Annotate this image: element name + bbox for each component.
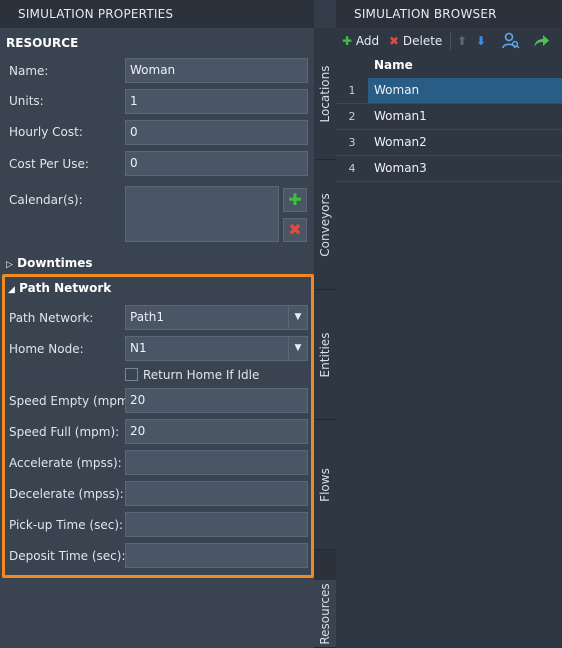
tab-flows[interactable]: Flows [314, 420, 336, 550]
simulation-browser-header: SIMULATION BROWSER [336, 0, 562, 28]
row-name: Woman1 [374, 109, 427, 123]
browser-row[interactable]: 4 Woman3 [336, 156, 562, 182]
downtimes-heading: Downtimes [17, 256, 93, 270]
path-network-highlight-box [2, 274, 314, 578]
units-field[interactable]: 1 [125, 89, 308, 114]
add-calendar-button[interactable]: ✚ [283, 188, 307, 212]
hourly-cost-field[interactable]: 0 [125, 120, 308, 145]
browser-toolbar: ✚ Add ✖ Delete ⬆ ⬇ [336, 28, 562, 54]
row-number: 4 [348, 162, 356, 175]
calendars-label: Calendar(s): [9, 193, 83, 207]
x-icon: ✖ [288, 220, 302, 239]
name-column-header[interactable]: Name [374, 58, 413, 72]
name-label: Name: [9, 64, 49, 78]
browser-row[interactable]: 3 Woman2 [336, 130, 562, 156]
units-label: Units: [9, 94, 44, 108]
simulation-properties-header: SIMULATION PROPERTIES [0, 0, 314, 28]
row-number: 1 [348, 84, 356, 97]
resource-heading: RESOURCE [6, 36, 79, 50]
tab-entities[interactable]: Entities [314, 290, 336, 420]
add-button[interactable]: ✚ Add [342, 32, 379, 50]
toolbar-separator [450, 32, 451, 50]
row-number: 2 [348, 110, 356, 123]
row-number: 3 [348, 136, 356, 149]
browser-row[interactable]: 2 Woman1 [336, 104, 562, 130]
curved-arrow-icon [534, 35, 549, 47]
share-button[interactable] [532, 32, 550, 50]
arrow-up-icon: ⬆ [457, 34, 468, 48]
remove-calendar-button[interactable]: ✖ [283, 218, 307, 242]
vertical-tab-strip: Locations Conveyors Entities Flows Resou… [314, 28, 336, 648]
downtimes-section-toggle[interactable]: ▷ Downtimes [6, 256, 93, 270]
person-search-icon [502, 32, 520, 49]
cost-per-use-label: Cost Per Use: [9, 157, 89, 171]
tab-locations[interactable]: Locations [314, 28, 336, 160]
plus-icon: ✚ [342, 34, 353, 48]
tab-conveyors[interactable]: Conveyors [314, 160, 336, 290]
move-down-button[interactable]: ⬇ [476, 32, 486, 50]
delete-button[interactable]: ✖ Delete [389, 32, 442, 50]
hourly-cost-label: Hourly Cost: [9, 125, 83, 139]
add-label: Add [355, 34, 380, 48]
calendars-list[interactable] [125, 186, 279, 242]
move-up-button[interactable]: ⬆ [457, 32, 467, 50]
cost-per-use-field[interactable]: 0 [125, 151, 308, 176]
triangle-right-icon: ▷ [6, 260, 13, 270]
delete-label: Delete [402, 34, 443, 48]
row-name: Woman2 [374, 135, 427, 149]
row-name: Woman3 [374, 161, 427, 175]
plus-icon: ✚ [288, 190, 302, 209]
name-field[interactable]: Woman [125, 58, 308, 83]
browser-row[interactable]: 1 Woman [336, 78, 562, 104]
browser-grid-header: Name [336, 54, 562, 78]
find-references-button[interactable] [502, 32, 520, 50]
row-name: Woman [368, 78, 562, 103]
tab-resources[interactable]: Resources [314, 580, 336, 648]
x-icon: ✖ [389, 34, 400, 48]
arrow-down-icon: ⬇ [476, 34, 487, 48]
